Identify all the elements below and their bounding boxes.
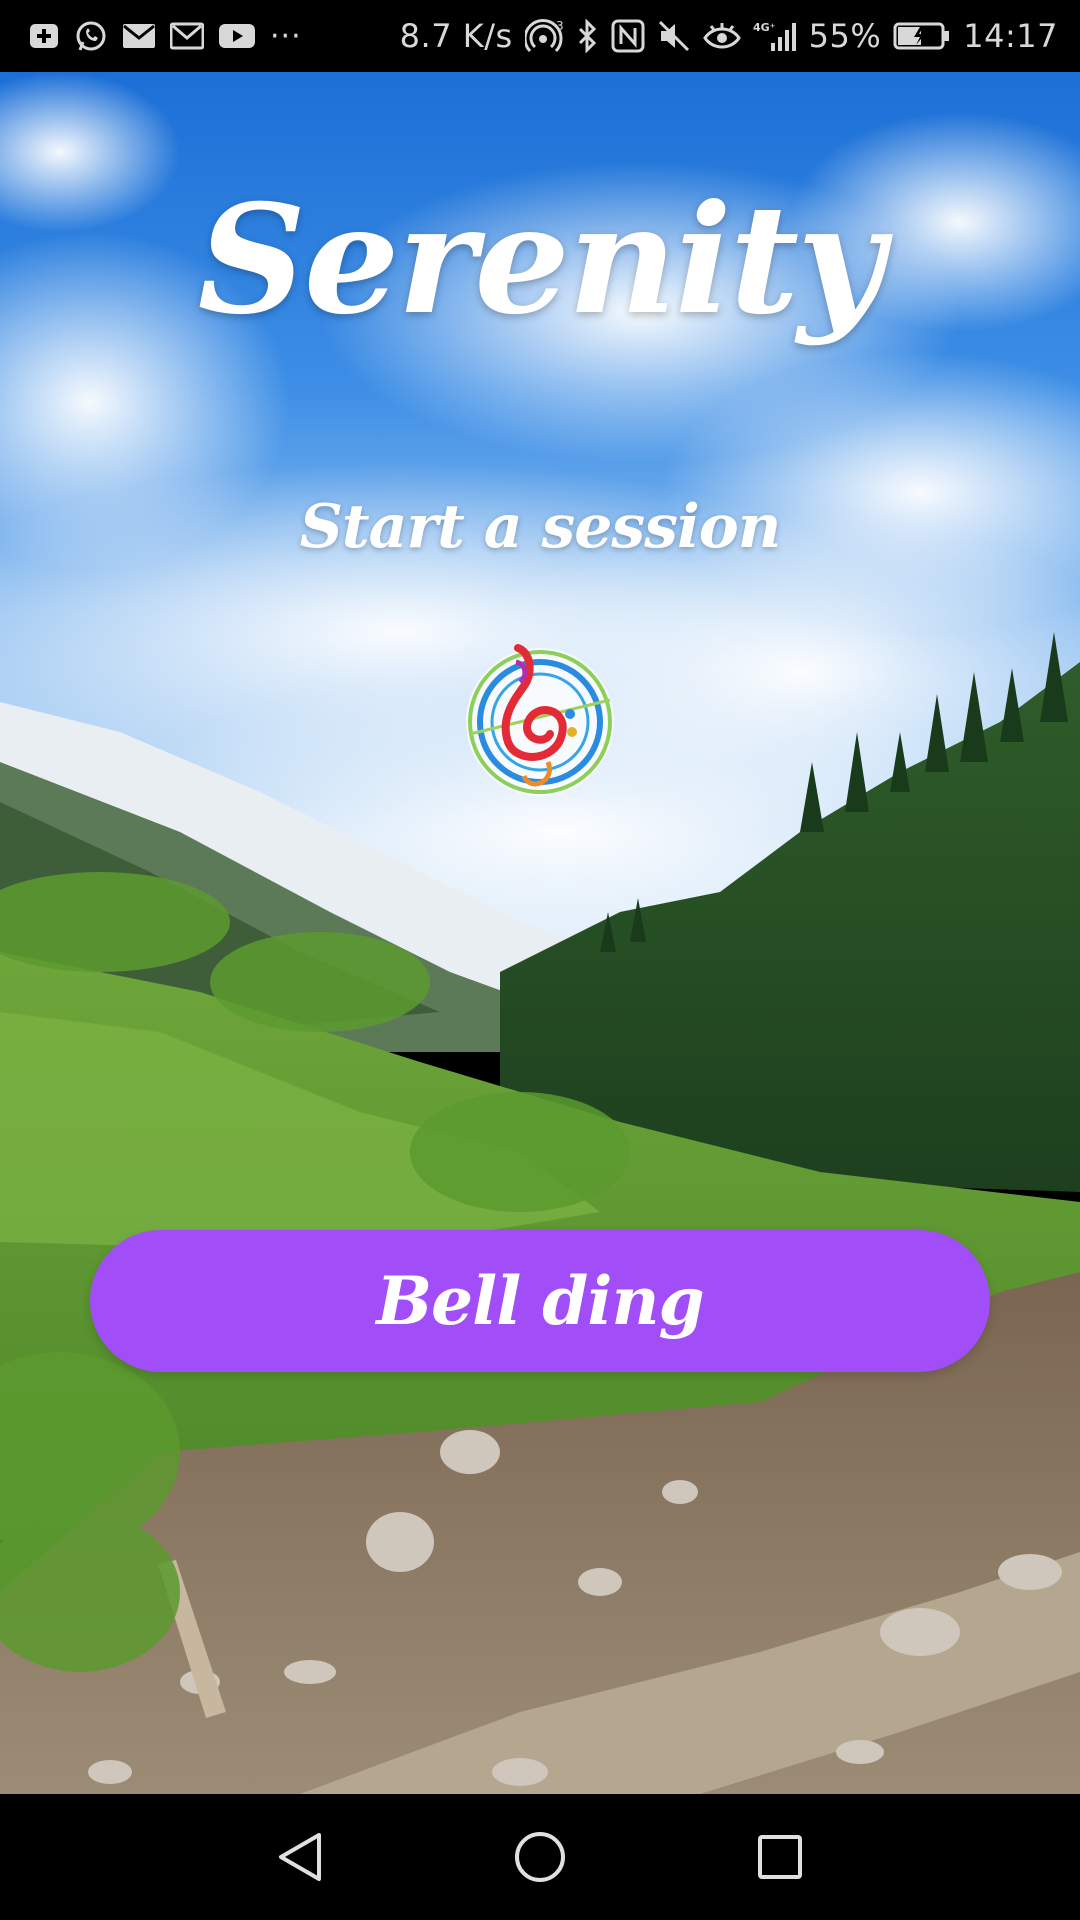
recents-button[interactable] [750, 1827, 810, 1887]
start-session-heading: Start a session [299, 492, 782, 562]
back-icon [279, 1833, 321, 1881]
battery-icon [893, 21, 951, 51]
status-bar: ··· 8.7 K/s 3 4G⁺ 55% 14:17 [0, 0, 1080, 72]
nfc-icon [611, 19, 645, 53]
battery-percent: 55% [808, 17, 882, 55]
mute-icon [657, 19, 691, 53]
notification-add-icon [28, 20, 60, 52]
hotspot-icon: 3 [524, 19, 565, 53]
youtube-icon [218, 22, 256, 50]
home-icon [515, 1832, 565, 1882]
navigation-bar [0, 1794, 1080, 1920]
more-notifications-indicator: ··· [270, 18, 302, 54]
status-bar-system: 8.7 K/s 3 4G⁺ 55% 14:17 [400, 0, 1058, 72]
svg-text:3: 3 [556, 19, 564, 33]
bluetooth-icon [577, 19, 599, 53]
gmail-icon [170, 22, 204, 50]
bell-ding-button[interactable]: Bell ding [90, 1230, 990, 1372]
back-button[interactable] [270, 1827, 330, 1887]
music-clef-logo-icon [460, 642, 620, 802]
recents-icon [758, 1835, 802, 1879]
home-button[interactable] [510, 1827, 570, 1887]
background-scene: Serenity Start a session Bell ding [0, 72, 1080, 1794]
status-bar-notifications: ··· [28, 0, 302, 72]
signal-4g-icon: 4G⁺ [753, 19, 797, 53]
mail-icon [122, 22, 156, 50]
svg-text:4G⁺: 4G⁺ [753, 21, 776, 34]
network-speed: 8.7 K/s [399, 17, 513, 55]
app-title: Serenity [197, 172, 885, 348]
whatsapp-icon [74, 19, 108, 53]
clock: 14:17 [963, 17, 1058, 55]
eye-comfort-icon [702, 21, 741, 51]
bell-ding-label: Bell ding [376, 1262, 704, 1340]
